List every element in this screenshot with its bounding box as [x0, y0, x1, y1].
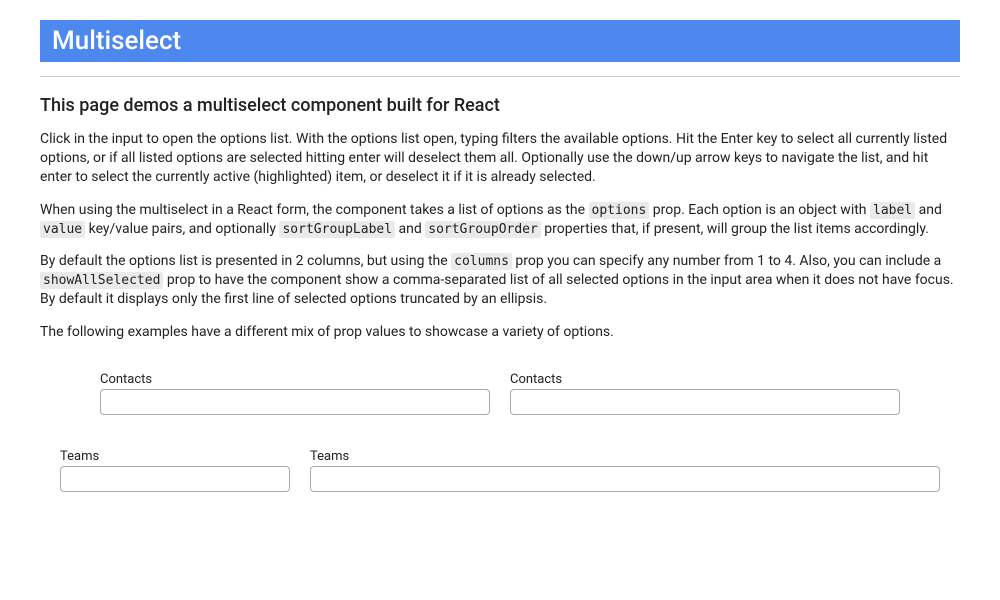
multiselect-contacts-2: Contacts — [510, 372, 900, 415]
code-label: label — [870, 202, 915, 219]
para3-text: prop to have the component show a comma-… — [40, 272, 954, 307]
code-sortgrouporder: sortGroupOrder — [425, 221, 541, 238]
multiselect-contacts-1: Contacts — [100, 372, 490, 415]
multiselect-input[interactable] — [510, 389, 900, 415]
multiselect-input[interactable] — [60, 466, 290, 492]
para3-text: By default the options list is presented… — [40, 253, 451, 269]
intro-paragraph-1: Click in the input to open the options l… — [40, 130, 960, 187]
page-banner: Multiselect — [40, 20, 960, 62]
code-options: options — [589, 202, 650, 219]
para2-text: prop. Each option is an object with — [649, 202, 870, 218]
intro-paragraph-2: When using the multiselect in a React fo… — [40, 201, 960, 239]
para2-text: When using the multiselect in a React fo… — [40, 202, 589, 218]
page-title: Multiselect — [52, 26, 948, 56]
divider — [40, 76, 960, 77]
intro-paragraph-3: By default the options list is presented… — [40, 252, 960, 309]
code-showallselected: showAllSelected — [40, 272, 163, 289]
para2-text: properties that, if present, will group … — [541, 221, 929, 237]
code-value: value — [40, 221, 85, 238]
page-subhead: This page demos a multiselect component … — [40, 95, 960, 116]
intro-paragraph-4: The following examples have a different … — [40, 323, 960, 342]
demo-area-2: Teams Teams — [40, 449, 960, 492]
code-sortgrouplabel: sortGroupLabel — [279, 221, 395, 238]
para3-text: prop you can specify any number from 1 t… — [512, 253, 941, 269]
multiselect-input[interactable] — [100, 389, 490, 415]
field-label: Contacts — [100, 372, 490, 387]
multiselect-teams-1: Teams — [60, 449, 290, 492]
field-label: Contacts — [510, 372, 900, 387]
demo-area: Contacts Contacts — [40, 372, 960, 415]
para2-text: and — [915, 202, 942, 218]
field-label: Teams — [310, 449, 940, 464]
field-label: Teams — [60, 449, 290, 464]
multiselect-input[interactable] — [310, 466, 940, 492]
para2-text: key/value pairs, and optionally — [85, 221, 279, 237]
para2-text: and — [395, 221, 425, 237]
code-columns: columns — [451, 253, 512, 270]
multiselect-teams-2: Teams — [310, 449, 940, 492]
demo-row-1: Contacts Contacts — [100, 372, 900, 415]
demo-row-2: Teams Teams — [60, 449, 940, 492]
